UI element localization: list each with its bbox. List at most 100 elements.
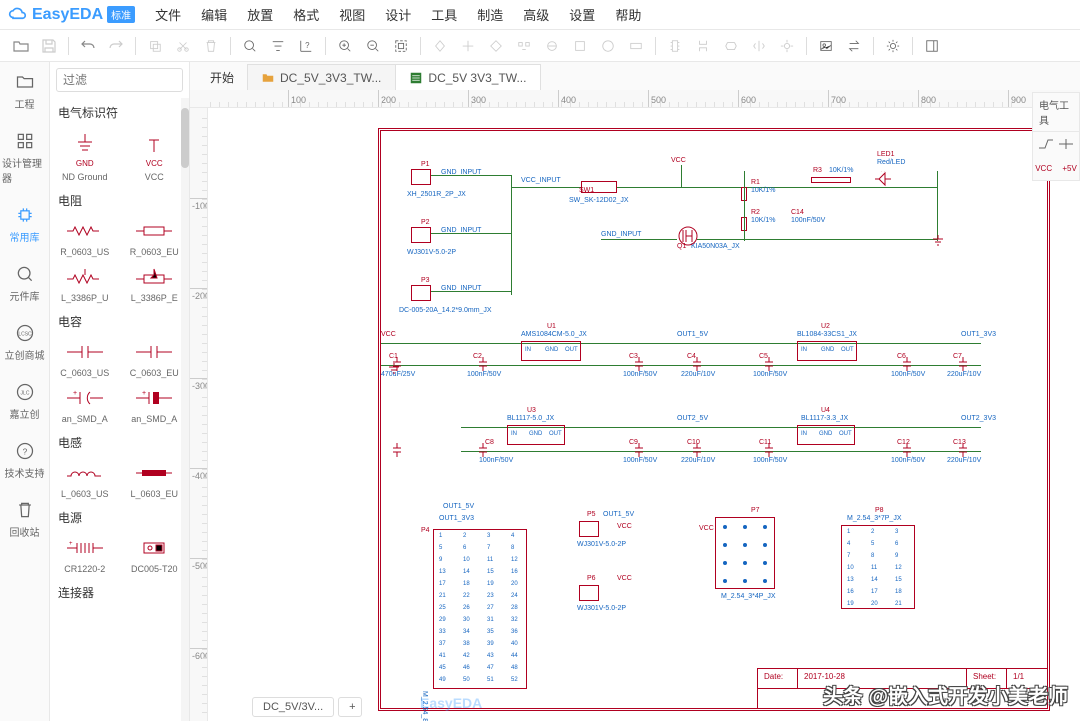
partval: BL1084-33CS1_JX: [797, 331, 857, 338]
swap-icon[interactable]: [841, 33, 867, 59]
zoom-out-icon[interactable]: [360, 33, 386, 59]
tool-icon[interactable]: [455, 33, 481, 59]
menu-file[interactable]: 文件: [147, 1, 189, 28]
menu-tools[interactable]: 工具: [423, 1, 465, 28]
nav-common-lib[interactable]: 常用库: [0, 195, 49, 254]
component-item-resistor[interactable]: R_0603_US: [50, 215, 120, 261]
menu-settings[interactable]: 设置: [561, 1, 603, 28]
net-icon[interactable]: [1058, 138, 1074, 150]
tool-icon[interactable]: [511, 33, 537, 59]
scrollbar-thumb[interactable]: [181, 108, 189, 168]
component-item-cap[interactable]: +an_SMD_A: [50, 382, 120, 428]
query-icon[interactable]: ?: [293, 33, 319, 59]
scrollbar[interactable]: [181, 98, 189, 721]
schematic-icon: [410, 72, 422, 84]
tab-file-schematic[interactable]: DC_5V 3V3_TW...: [395, 64, 541, 90]
search-icon[interactable]: [237, 33, 263, 59]
flyout-5v[interactable]: +5V: [1062, 164, 1076, 173]
component-item-vcc[interactable]: VCCVCC: [120, 127, 190, 186]
fit-icon[interactable]: [388, 33, 414, 59]
ref: R2: [751, 209, 760, 216]
zoom-in-icon[interactable]: [332, 33, 358, 59]
menu-design[interactable]: 设计: [377, 1, 419, 28]
tool-icon[interactable]: [662, 33, 688, 59]
sheet-tab[interactable]: DC_5V/3V...: [252, 697, 334, 717]
partval: BL1117-3.3_JX: [801, 415, 848, 422]
menu-manufacture[interactable]: 制造: [469, 1, 511, 28]
pin-number: 14: [463, 569, 470, 575]
schematic-canvas[interactable]: P1 GND_INPUT XH_2501R_2P_JX P2 GND_INPUT…: [208, 108, 1080, 721]
panel-icon[interactable]: [919, 33, 945, 59]
nav-jlc[interactable]: JLC嘉立创: [0, 372, 49, 431]
component-item-resistor[interactable]: R_0603_EU: [120, 215, 190, 261]
tool-icon[interactable]: [427, 33, 453, 59]
save-icon[interactable]: [36, 33, 62, 59]
menu-format[interactable]: 格式: [285, 1, 327, 28]
nav-label: 立创商城: [5, 347, 45, 362]
open-icon[interactable]: [8, 33, 34, 59]
gear-icon[interactable]: [880, 33, 906, 59]
component-item-power[interactable]: +CR1220-2: [50, 532, 120, 578]
tool-icon[interactable]: [483, 33, 509, 59]
redo-icon[interactable]: [103, 33, 129, 59]
ref: P2: [421, 219, 430, 226]
partval: 100nF/50V: [791, 217, 825, 224]
add-sheet-button[interactable]: +: [338, 697, 362, 717]
filter-input[interactable]: [56, 68, 183, 92]
flyout-vcc[interactable]: VCC: [1035, 164, 1052, 173]
nav-design-manager[interactable]: 设计管理器: [0, 121, 49, 195]
nav-label: 嘉立创: [10, 406, 40, 421]
electrical-tools-flyout[interactable]: 电气工具 VCC +5V: [1032, 92, 1080, 181]
nav-project[interactable]: 工程: [0, 62, 49, 121]
cut-icon[interactable]: [170, 33, 196, 59]
component-item-cap[interactable]: +an_SMD_A: [120, 382, 190, 428]
netlabel: VCC: [617, 575, 632, 582]
menu-view[interactable]: 视图: [331, 1, 373, 28]
capacitor-icon: [635, 443, 643, 457]
undo-icon[interactable]: [75, 33, 101, 59]
category-label: 电源: [50, 503, 189, 532]
menu-place[interactable]: 放置: [239, 1, 281, 28]
component-item-pot[interactable]: L_3386P_U: [50, 261, 120, 307]
component-item-cap[interactable]: C_0603_EU: [120, 336, 190, 382]
image-icon[interactable]: [813, 33, 839, 59]
nav-lcsc[interactable]: LCSC立创商城: [0, 313, 49, 372]
nav-trash[interactable]: 回收站: [0, 490, 49, 549]
menu-advanced[interactable]: 高级: [515, 1, 557, 28]
pin-number: 39: [487, 641, 494, 647]
copy-icon[interactable]: [142, 33, 168, 59]
component-item-inductor[interactable]: L_0603_US: [50, 457, 120, 503]
connector: [411, 285, 431, 301]
wire-icon[interactable]: [1038, 138, 1054, 150]
tool-icon[interactable]: [623, 33, 649, 59]
tool-icon[interactable]: [690, 33, 716, 59]
tool-icon[interactable]: [595, 33, 621, 59]
tool-icon[interactable]: [567, 33, 593, 59]
tool-icon[interactable]: [718, 33, 744, 59]
menu-help[interactable]: 帮助: [607, 1, 649, 28]
ruler-horizontal: 100 200 300 400 500 600 700 800 900: [190, 90, 1080, 108]
tool-icon[interactable]: [539, 33, 565, 59]
filter-icon[interactable]: [265, 33, 291, 59]
component-item-cap[interactable]: C_0603_US: [50, 336, 120, 382]
component-item-pot[interactable]: L_3386P_E: [120, 261, 190, 307]
tab-file-project[interactable]: DC_5V_3V3_TW...: [247, 64, 396, 90]
title-block: Date: 2017-10-28 Sheet: 1/1: [757, 668, 1047, 708]
nav-support[interactable]: ?技术支持: [0, 431, 49, 490]
sheet-label: Sheet:: [967, 669, 1007, 688]
component-item-gnd[interactable]: GNDND Ground: [50, 127, 120, 186]
component-list[interactable]: 电气标识符 GNDND Ground VCCVCC 电阻 R_0603_US R…: [50, 98, 189, 721]
tool-icon[interactable]: [746, 33, 772, 59]
resistor: [811, 177, 851, 183]
pin-number: 46: [463, 665, 470, 671]
pin-number: 2: [463, 533, 466, 539]
component-item-inductor[interactable]: L_0603_EU: [120, 457, 190, 503]
mosfet-icon: [677, 225, 699, 247]
nav-component-lib[interactable]: 元件库: [0, 254, 49, 313]
component-item-power[interactable]: DC005-T20: [120, 532, 190, 578]
component-name: VCC: [145, 172, 164, 182]
menu-edit[interactable]: 编辑: [193, 1, 235, 28]
tab-start[interactable]: 开始: [196, 64, 248, 90]
delete-icon[interactable]: [198, 33, 224, 59]
tool-icon[interactable]: [774, 33, 800, 59]
